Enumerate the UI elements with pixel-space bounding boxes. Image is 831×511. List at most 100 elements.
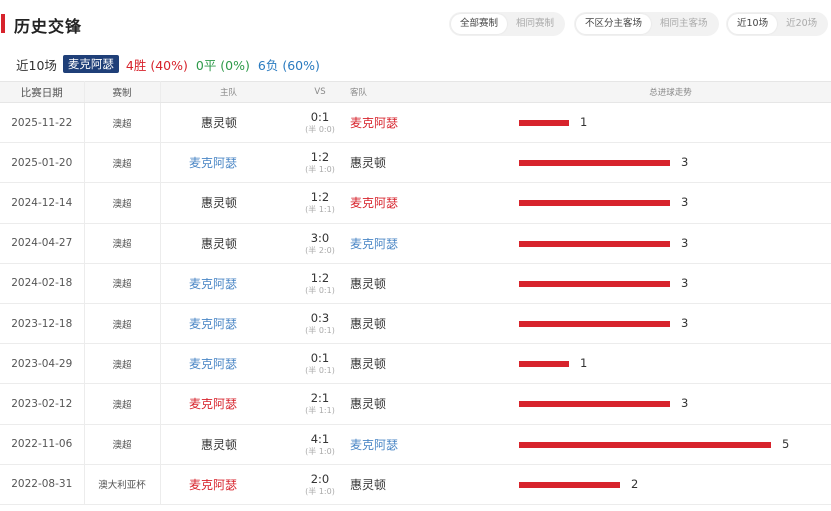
- home-team[interactable]: 麦克阿瑟: [189, 156, 237, 170]
- table-row[interactable]: 2024-04-27 澳超 惠灵顿 3:0 (半 2:0) 麦克阿瑟 3: [0, 223, 831, 264]
- match-date: 2023-12-18: [0, 303, 85, 345]
- total-goals-bar: [519, 441, 771, 448]
- goal-trend-cell: 1: [510, 343, 831, 385]
- section-title: 历史交锋: [14, 17, 83, 36]
- match-score[interactable]: 0:1 (半 0:1): [290, 343, 350, 385]
- home-team[interactable]: 麦克阿瑟: [189, 317, 237, 331]
- total-goals-value: 3: [681, 275, 689, 290]
- table-header-row: 比赛日期 赛制 主队 VS 客队 总进球走势: [0, 81, 831, 103]
- competition-filter: 全部赛制 相同赛制: [449, 12, 566, 36]
- goal-trend-cell: 3: [510, 142, 831, 184]
- half-time-score: (半 1:0): [305, 446, 335, 456]
- table-row[interactable]: 2022-11-06 澳超 惠灵顿 4:1 (半 1:0) 麦克阿瑟 5: [0, 424, 831, 465]
- home-team[interactable]: 麦克阿瑟: [189, 397, 237, 411]
- table-row[interactable]: 2024-12-14 澳超 惠灵顿 1:2 (半 1:1) 麦克阿瑟 3: [0, 182, 831, 224]
- table-row[interactable]: 2024-02-18 澳超 麦克阿瑟 1:2 (半 0:1) 惠灵顿 3: [0, 263, 831, 304]
- table-row[interactable]: 2025-11-22 澳超 惠灵顿 0:1 (半 0:0) 麦克阿瑟 1: [0, 102, 831, 144]
- filter-same-competition[interactable]: 相同赛制: [507, 14, 563, 34]
- half-time-score: (半 0:1): [305, 366, 335, 376]
- half-time-score: (半 0:1): [305, 285, 335, 295]
- summary-team-badge: 麦克阿瑟: [62, 55, 119, 73]
- home-team[interactable]: 惠灵顿: [201, 116, 237, 130]
- table-row[interactable]: 2023-12-18 澳超 麦克阿瑟 0:3 (半 0:1) 惠灵顿 3: [0, 303, 831, 345]
- away-team[interactable]: 惠灵顿: [350, 397, 386, 411]
- total-goals-bar: [519, 320, 670, 327]
- match-score[interactable]: 0:3 (半 0:1): [290, 303, 350, 345]
- home-team[interactable]: 麦克阿瑟: [189, 277, 237, 291]
- filter-last-10[interactable]: 近10场: [728, 14, 778, 34]
- table-row[interactable]: 2023-02-12 澳超 麦克阿瑟 2:1 (半 1:1) 惠灵顿 3: [0, 383, 831, 425]
- filter-any-venue[interactable]: 不区分主客场: [576, 14, 652, 34]
- match-competition: 澳超: [84, 223, 161, 264]
- half-time-score: (半 0:0): [305, 125, 335, 135]
- total-goals-bar: [519, 481, 620, 488]
- match-competition: 澳大利亚杯: [84, 464, 161, 505]
- match-competition: 澳超: [84, 424, 161, 465]
- match-date: 2025-11-22: [0, 102, 85, 144]
- match-score[interactable]: 2:0 (半 1:0): [290, 464, 350, 505]
- total-goals-value: 1: [580, 115, 588, 129]
- col-header-goal-trend: 总进球走势: [510, 81, 831, 103]
- goal-trend-cell: 3: [510, 182, 831, 224]
- home-team[interactable]: 惠灵顿: [201, 438, 237, 452]
- match-score[interactable]: 2:1 (半 1:1): [290, 383, 350, 425]
- match-score[interactable]: 0:1 (半 0:0): [290, 102, 350, 144]
- match-score[interactable]: 4:1 (半 1:0): [290, 424, 350, 465]
- match-date: 2023-04-29: [0, 343, 85, 385]
- match-date: 2024-04-27: [0, 223, 85, 264]
- away-team[interactable]: 惠灵顿: [350, 478, 386, 492]
- away-team[interactable]: 惠灵顿: [350, 156, 386, 170]
- away-team[interactable]: 惠灵顿: [350, 357, 386, 371]
- match-score[interactable]: 1:2 (半 1:1): [290, 182, 350, 224]
- goal-trend-cell: 3: [510, 383, 831, 425]
- total-goals-bar: [519, 401, 670, 408]
- filter-same-venue[interactable]: 相同主客场: [651, 14, 717, 34]
- section-header: 历史交锋 全部赛制 相同赛制 不区分主客场 相同主客场 近10场 近20场: [0, 0, 831, 46]
- venue-filter: 不区分主客场 相同主客场: [574, 12, 719, 36]
- home-team[interactable]: 惠灵顿: [201, 196, 237, 210]
- away-team[interactable]: 麦克阿瑟: [350, 116, 398, 130]
- match-score[interactable]: 1:2 (半 1:0): [290, 142, 350, 184]
- total-goals-value: 3: [681, 315, 689, 330]
- home-team[interactable]: 惠灵顿: [201, 237, 237, 251]
- half-time-score: (半 1:0): [305, 486, 335, 496]
- away-team[interactable]: 麦克阿瑟: [350, 438, 398, 452]
- goal-trend-cell: 1: [510, 102, 831, 144]
- total-goals-bar: [519, 120, 569, 126]
- summary-range-label: 近10场: [16, 57, 57, 73]
- total-goals-value: 3: [681, 235, 689, 250]
- away-team[interactable]: 麦克阿瑟: [350, 196, 398, 210]
- full-time-score: 2:1: [310, 391, 330, 406]
- table-row[interactable]: 2023-04-29 澳超 麦克阿瑟 0:1 (半 0:1) 惠灵顿 1: [0, 343, 831, 385]
- total-goals-value: 3: [681, 195, 689, 210]
- table-row[interactable]: 2025-01-20 澳超 麦克阿瑟 1:2 (半 1:0) 惠灵顿 3: [0, 142, 831, 184]
- goal-trend-cell: 5: [510, 424, 831, 465]
- home-team[interactable]: 麦克阿瑟: [189, 478, 237, 492]
- col-header-date: 比赛日期: [0, 81, 85, 103]
- total-goals-bar: [519, 240, 670, 247]
- half-time-score: (半 1:1): [305, 406, 335, 416]
- away-team[interactable]: 麦克阿瑟: [350, 237, 398, 251]
- match-score[interactable]: 1:2 (半 0:1): [290, 263, 350, 304]
- total-goals-bar: [519, 361, 569, 368]
- home-team[interactable]: 麦克阿瑟: [189, 357, 237, 371]
- full-time-score: 4:1: [310, 431, 330, 446]
- full-time-score: 0:1: [310, 351, 330, 366]
- full-time-score: 0:1: [310, 110, 330, 125]
- match-competition: 澳超: [84, 383, 161, 425]
- full-time-score: 2:0: [310, 471, 330, 486]
- away-team[interactable]: 惠灵顿: [350, 277, 386, 291]
- half-time-score: (半 1:1): [305, 205, 335, 215]
- match-competition: 澳超: [84, 263, 161, 304]
- col-header-home: 主队: [160, 81, 290, 103]
- match-score[interactable]: 3:0 (半 2:0): [290, 223, 350, 264]
- table-row[interactable]: 2022-08-31 澳大利亚杯 麦克阿瑟 2:0 (半 1:0) 惠灵顿 2: [0, 464, 831, 505]
- match-date: 2024-12-14: [0, 182, 85, 224]
- filter-all-competitions[interactable]: 全部赛制: [451, 14, 508, 34]
- total-goals-value: 1: [580, 356, 588, 371]
- match-competition: 澳超: [84, 303, 161, 345]
- summary-wins: 4胜 (40%): [125, 57, 188, 73]
- away-team[interactable]: 惠灵顿: [350, 317, 386, 331]
- filter-last-20[interactable]: 近20场: [777, 14, 826, 34]
- col-header-vs: VS: [290, 81, 350, 103]
